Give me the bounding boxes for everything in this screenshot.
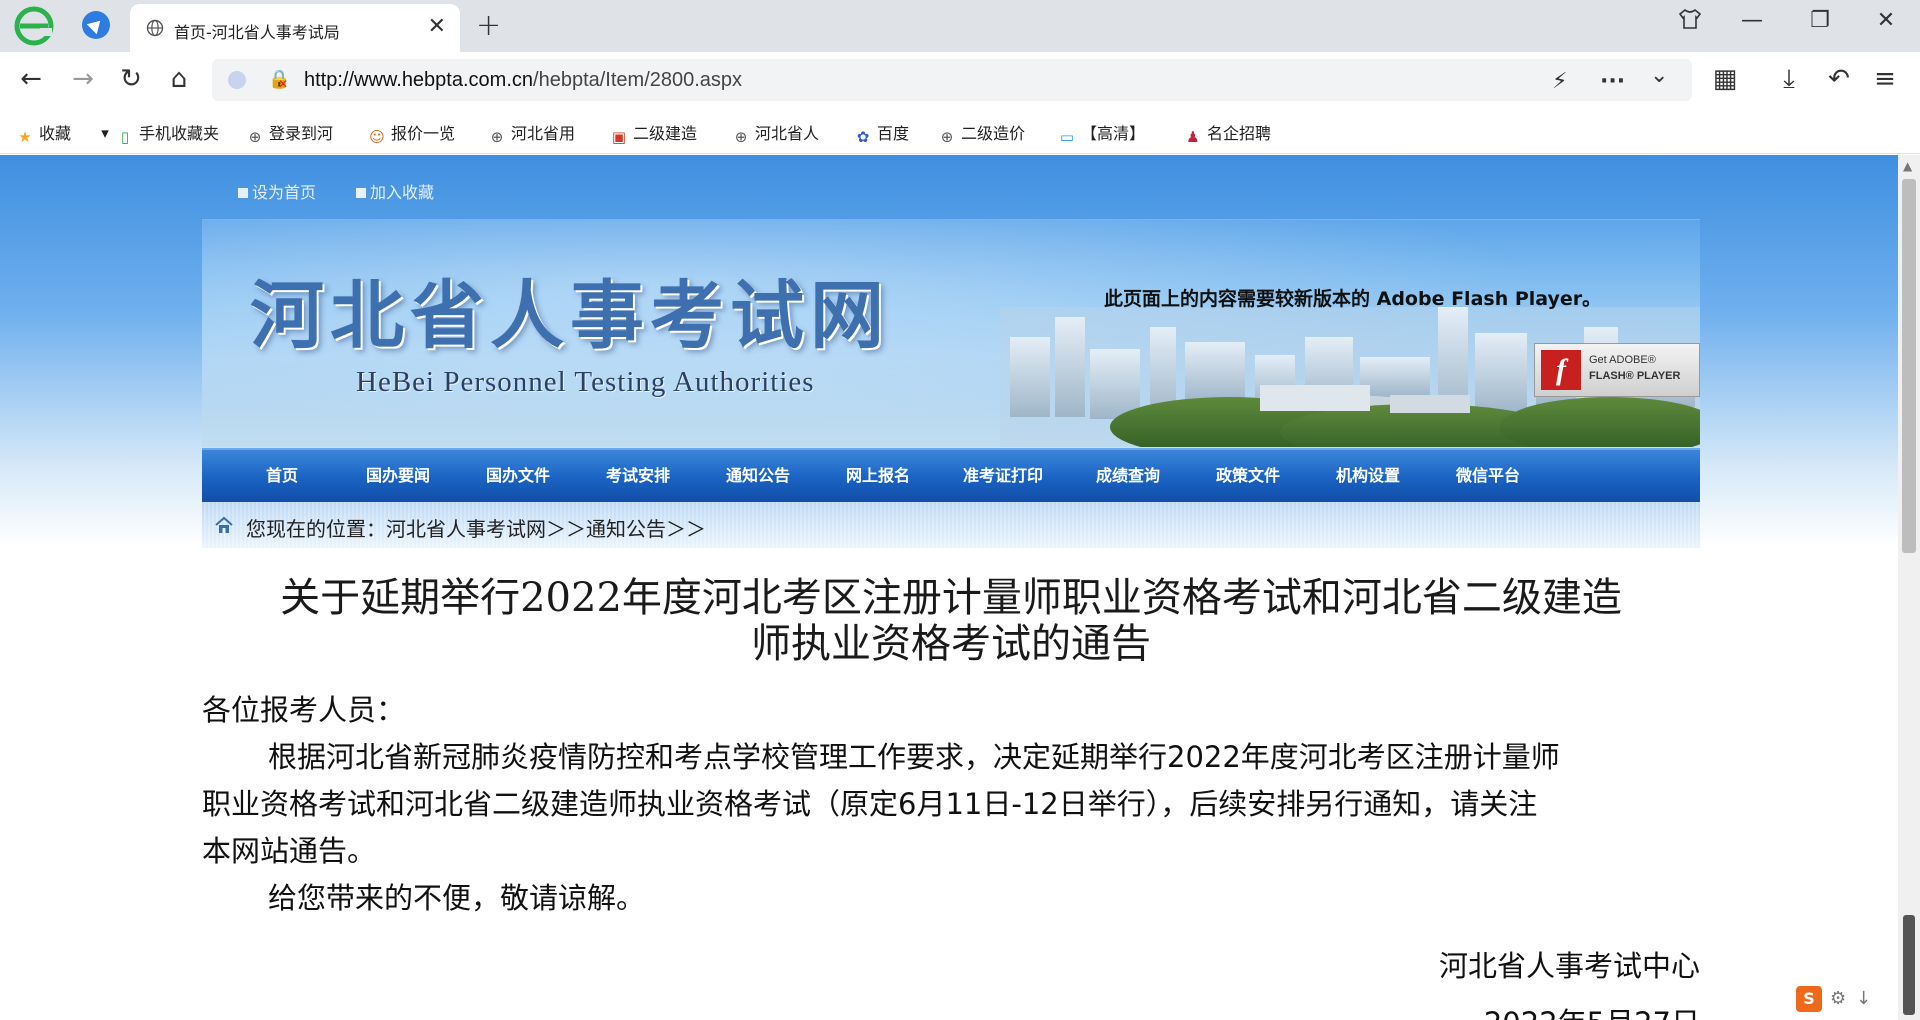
get-flash-player-button[interactable]: f Get ADOBE® FLASH® PLAYER <box>1534 343 1700 397</box>
nav-item-score-query[interactable]: 成绩查询 <box>1068 450 1188 502</box>
site-title-chinese: 河北省人事考试网 <box>250 273 890 359</box>
arrow-down-icon[interactable]: ↓ <box>1856 988 1871 1009</box>
bookmark-item[interactable]: ▣ 二级建造 <box>610 120 697 146</box>
bookmark-item[interactable]: ⊕ 二级造价 <box>938 120 1025 146</box>
undo-icon[interactable]: ↶ <box>1822 62 1856 96</box>
paragraph-line: 本网站通告。 <box>202 834 377 868</box>
breadcrumb-text[interactable]: 您现在的位置：河北省人事考试网＞＞通知公告＞＞ <box>246 513 706 542</box>
reload-button[interactable]: ↻ <box>114 62 148 96</box>
browser-toolbar: ← → ↻ ⌂ 🔒 ✕ http://www.hebpta.com.cn/heb… <box>0 52 1920 108</box>
site-title-english: HeBei Personnel Testing Authorities <box>356 366 815 398</box>
close-window-button[interactable]: ✕ <box>1866 8 1906 33</box>
article-body: 各位报考人员： 根据河北省新冠肺炎疫情防控和考点学校管理工作要求，决定延期举行2… <box>202 687 1700 922</box>
site-logo-icon: ▣ <box>611 128 627 146</box>
bookmark-item[interactable]: ▭ 【高清】 <box>1058 120 1145 146</box>
scrollbar-thumb[interactable] <box>1902 179 1916 553</box>
home-button[interactable]: ⌂ <box>162 62 196 96</box>
url-text[interactable]: http://www.hebpta.com.cn/hebpta/Item/280… <box>304 69 742 92</box>
bookmark-icon <box>356 188 366 198</box>
tab-strip: 首页-河北省人事考试局 ✕ + — ❐ ✕ <box>0 0 1920 52</box>
insecure-icon: ✕ <box>278 77 289 91</box>
navigation-icon[interactable] <box>82 11 110 39</box>
new-tab-button[interactable]: + <box>476 8 501 43</box>
baidu-paw-icon: ✿ <box>856 128 870 146</box>
bookmark-item[interactable]: ▯ 手机收藏夹 <box>116 120 219 146</box>
bookmark-item[interactable]: ⊕ 登录到河 <box>246 120 333 146</box>
minimize-button[interactable]: — <box>1732 8 1772 33</box>
forward-button[interactable]: → <box>66 62 100 96</box>
skin-icon[interactable] <box>1670 8 1710 36</box>
phone-icon: ▯ <box>120 128 130 146</box>
avatar-icon: ☺ <box>369 128 385 146</box>
restore-button[interactable]: ❐ <box>1800 8 1840 33</box>
nav-item-admission-ticket[interactable]: 准考证打印 <box>938 450 1068 502</box>
sogou-ime-icon[interactable]: S <box>1796 986 1822 1012</box>
site-info-icon[interactable] <box>228 71 246 89</box>
home-icon <box>215 516 233 533</box>
nav-item-exam-schedule[interactable]: 考试安排 <box>578 450 698 502</box>
back-button[interactable]: ← <box>14 62 48 96</box>
nav-item-news[interactable]: 国办要闻 <box>338 450 458 502</box>
paragraph-line: 根据河北省新冠肺炎疫情防控和考点学校管理工作要求，决定延期举行2022年度河北考… <box>268 740 1560 774</box>
paragraph-line: 职业资格考试和河北省二级建造师执业资格考试（原定6月11日-12日举行），后续安… <box>202 787 1538 821</box>
tab-active[interactable]: 首页-河北省人事考试局 ✕ <box>130 4 460 52</box>
job-icon: ♟ <box>1186 128 1200 146</box>
globe-icon: ⊕ <box>940 128 954 146</box>
paragraph: 给您带来的不便，敬请谅解。 <box>268 881 646 915</box>
main-nav-menu: 首页 国办要闻 国办文件 考试安排 通知公告 网上报名 准考证打印 成绩查询 政… <box>202 448 1700 502</box>
bookmark-item[interactable]: ⊕ 河北省人 <box>732 120 819 146</box>
scroll-up-icon[interactable]: ▲ <box>1903 159 1912 173</box>
bookmark-item[interactable]: ☺ 报价一览 <box>368 120 455 146</box>
add-favorite-link[interactable]: 加入收藏 <box>356 179 434 203</box>
site-banner: 河北省人事考试网 HeBei Personnel Testing Authori… <box>202 219 1700 447</box>
gear-icon[interactable]: ⚙ <box>1830 988 1846 1009</box>
scrollbar-rail[interactable] <box>1903 915 1915 1015</box>
bookmark-item[interactable]: ★ 收藏 <box>16 120 71 146</box>
tv-icon: ▭ <box>1059 128 1075 146</box>
menu-icon[interactable]: ≡ <box>1868 62 1902 96</box>
globe-icon: ⊕ <box>248 128 262 146</box>
nav-item-online-registration[interactable]: 网上报名 <box>818 450 938 502</box>
download-icon[interactable]: ⤓ <box>1772 62 1806 96</box>
notice-date: 2022年5月27日 <box>1100 1000 1700 1020</box>
greeting: 各位报考人员： <box>202 693 406 727</box>
chevron-down-icon[interactable]: ⌄ <box>1650 63 1668 88</box>
globe-icon: ⊕ <box>490 128 504 146</box>
nav-item-wechat[interactable]: 微信平台 <box>1428 450 1548 502</box>
flash-icon: f <box>1541 350 1581 390</box>
bookmarks-bar: ★ 收藏 ▾ ▯ 手机收藏夹 ⊕ 登录到河 ☺ 报价一览 ⊕ 河北省用 ▣ 二级建造 ⊕ 河北… <box>0 108 1920 154</box>
flash-player-message: 此页面上的内容需要较新版本的 Adobe Flash Player。 <box>1104 288 1602 310</box>
signature: 河北省人事考试中心 <box>1438 949 1700 983</box>
bookmark-item[interactable]: ✿ 百度 <box>854 120 909 146</box>
side-tools: S ⚙ ↓ <box>1796 984 1880 1014</box>
nav-item-notices[interactable]: 通知公告 <box>698 450 818 502</box>
more-icon[interactable]: ··· <box>1600 69 1625 94</box>
bookmark-item[interactable]: ⊕ 河北省用 <box>488 120 575 146</box>
globe-icon: ⊕ <box>734 128 748 146</box>
nav-item-organization[interactable]: 机构设置 <box>1308 450 1428 502</box>
tab-title: 首页-河北省人事考试局 <box>174 23 340 42</box>
top-links-bar: 设为首页 加入收藏 <box>202 155 1700 219</box>
home-icon <box>238 188 248 198</box>
page-viewport: 设为首页 加入收藏 河北省人事考试网 HeBei Personnel Testi… <box>0 155 1898 1020</box>
globe-icon <box>146 19 164 37</box>
lightning-icon[interactable]: ⚡ <box>1552 69 1567 94</box>
vertical-scrollbar[interactable]: ▲ <box>1898 155 1920 1020</box>
nav-item-policy[interactable]: 政策文件 <box>1188 450 1308 502</box>
chevron-down-icon: ▾ <box>101 124 109 142</box>
nav-item-documents[interactable]: 国办文件 <box>458 450 578 502</box>
set-homepage-link[interactable]: 设为首页 <box>238 179 316 203</box>
apps-icon[interactable]: ▦ <box>1708 62 1742 96</box>
address-bar[interactable]: 🔒 ✕ http://www.hebpta.com.cn/hebpta/Item… <box>212 59 1692 101</box>
bookmark-item[interactable]: ♟ 名企招聘 <box>1184 120 1271 146</box>
breadcrumb: 您现在的位置：河北省人事考试网＞＞通知公告＞＞ <box>202 502 1700 548</box>
star-icon: ★ <box>18 128 32 146</box>
page-title: 关于延期举行2022年度河北考区注册计量师职业资格考试和河北省二级建造 师执业资… <box>280 575 1622 667</box>
browser-logo-icon[interactable] <box>14 6 54 46</box>
nav-item-home[interactable]: 首页 <box>242 450 322 502</box>
tab-close-icon[interactable]: ✕ <box>428 14 446 39</box>
